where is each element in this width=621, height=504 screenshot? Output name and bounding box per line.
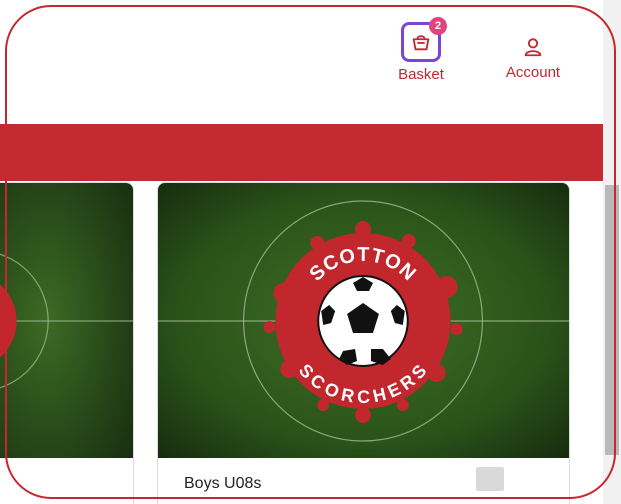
nav-bar: [0, 124, 603, 181]
basket-button[interactable]: 2 Basket: [384, 17, 458, 84]
basket-icon: [412, 35, 430, 51]
basket-label: Basket: [398, 66, 444, 83]
team-crest-image: [0, 183, 133, 458]
account-button[interactable]: Account: [492, 36, 574, 82]
thumbnail: [476, 467, 504, 491]
basket-icon-focus-ring: 2: [401, 17, 447, 62]
basket-count-badge: 2: [429, 17, 447, 35]
scrollbar-thumb[interactable]: [605, 185, 619, 455]
card-title: Boys U08s: [184, 475, 262, 492]
user-icon: [524, 38, 542, 57]
scrollbar-track[interactable]: [603, 0, 621, 504]
screen: 2 Basket Account SCOTTON SCORCHERS Boys …: [0, 0, 621, 504]
account-label: Account: [505, 64, 561, 81]
team-card[interactable]: [0, 182, 134, 504]
team-crest-image: SCOTTON SCORCHERS: [158, 183, 569, 458]
team-card[interactable]: SCOTTON SCORCHERS Boys U08s: [157, 182, 570, 504]
